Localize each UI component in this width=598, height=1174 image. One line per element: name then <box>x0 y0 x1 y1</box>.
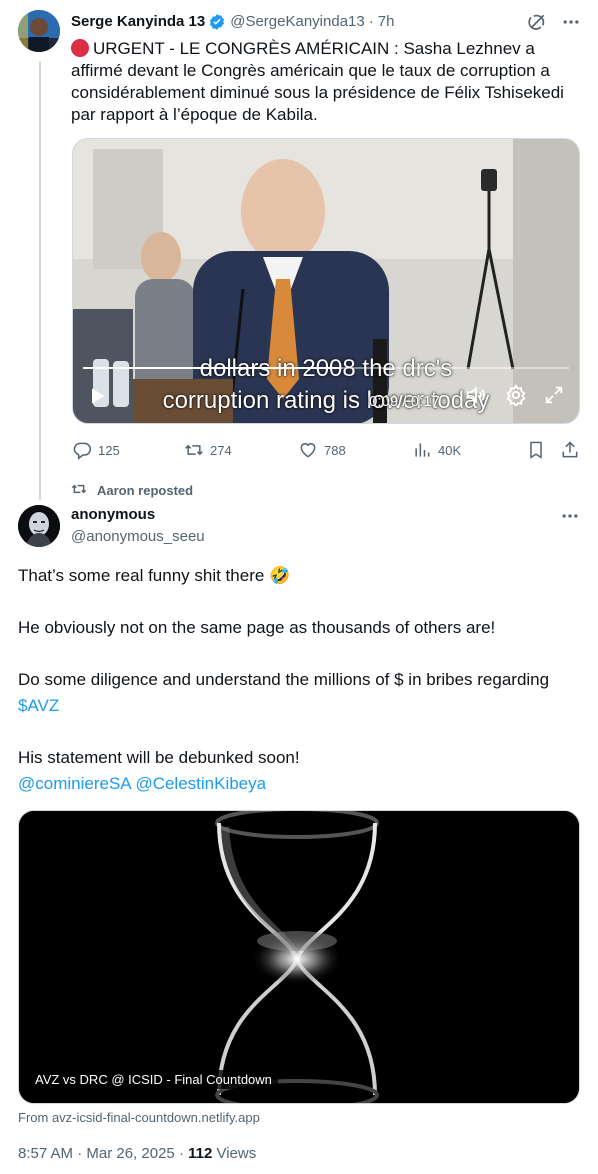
tweet-actions: 125 274 788 40K <box>72 438 580 462</box>
mention-link[interactable]: @CelestinKibeya <box>135 774 266 793</box>
settings-icon[interactable] <box>505 384 527 411</box>
link-card[interactable]: AVZ vs DRC @ ICSID - Final Countdown <box>18 810 580 1104</box>
card-title: AVZ vs DRC @ ICSID - Final Countdown <box>29 1070 278 1089</box>
volume-icon[interactable] <box>465 384 487 411</box>
verified-badge-icon <box>208 13 226 31</box>
repost-count: 274 <box>210 442 232 458</box>
reply-count: 125 <box>98 442 120 458</box>
paragraph-2: He obviously not on the same page as tho… <box>18 618 496 637</box>
tweet-text: That’s some real funny shit there 🤣 He o… <box>18 563 580 797</box>
avatar[interactable] <box>18 505 60 547</box>
display-name[interactable]: anonymous <box>71 505 155 525</box>
card-source[interactable]: From avz-icsid-final-countdown.netlify.a… <box>18 1110 260 1125</box>
handle[interactable]: @anonymous_seeu <box>71 527 205 547</box>
handle[interactable]: @SergeKanyinda13 <box>230 12 365 32</box>
video-time: 0:09 / 0:17 <box>369 393 440 410</box>
video-player[interactable]: dollars in 2008 the drc's corruption rat… <box>72 138 580 424</box>
timestamp[interactable]: 7h <box>378 12 395 32</box>
share-button[interactable] <box>560 438 580 462</box>
cashtag-link[interactable]: $AVZ <box>18 696 59 715</box>
repost-banner: Aaron reposted <box>71 481 193 500</box>
red-circle-emoji-icon <box>71 39 89 57</box>
views-count: 112 <box>188 1145 213 1162</box>
like-button[interactable]: 788 <box>298 438 346 462</box>
display-name[interactable]: Serge Kanyinda 13 <box>71 12 205 32</box>
views-label: Views <box>216 1145 257 1162</box>
view-count: 40K <box>438 442 462 458</box>
thread-connector-line <box>39 62 41 500</box>
video-controls: 0:09 / 0:17 <box>73 379 579 423</box>
avatar[interactable] <box>18 10 60 52</box>
bookmark-button[interactable] <box>526 438 546 462</box>
share-icon <box>560 440 580 460</box>
mention-link[interactable]: @cominiereSA <box>18 774 131 793</box>
repost-icon <box>184 440 204 460</box>
separator-dot: · <box>368 13 374 30</box>
repost-icon <box>71 481 87 500</box>
video-progress-fill <box>83 367 341 369</box>
video-progress-bar[interactable] <box>83 367 569 369</box>
tweet-header: Serge Kanyinda 13 @SergeKanyinda13 · 7h <box>71 12 581 32</box>
reply-button[interactable]: 125 <box>72 438 120 462</box>
paragraph-3: Do some diligence and understand the mil… <box>18 670 550 689</box>
hourglass-image <box>19 811 579 1103</box>
views-icon <box>412 440 432 460</box>
reply-icon <box>72 440 92 460</box>
tweet-text: URGENT - LE CONGRÈS AMÉRICAIN : Sasha Le… <box>71 38 581 126</box>
avatar-image <box>18 10 60 52</box>
tweet-timestamp[interactable]: 8:57 AM · Mar 26, 2025 <box>18 1145 175 1162</box>
views-button[interactable]: 40K <box>412 438 461 462</box>
header-actions <box>527 12 581 37</box>
like-count: 788 <box>324 442 346 458</box>
tweet-metadata: 8:57 AM · Mar 26, 2025 · 112 Views <box>18 1145 256 1162</box>
fullscreen-icon[interactable] <box>543 384 565 411</box>
grok-icon[interactable] <box>527 12 547 37</box>
separator-dot: · <box>178 1145 184 1162</box>
rofl-emoji-icon: 🤣 <box>269 566 291 585</box>
bookmark-icon <box>526 440 546 460</box>
paragraph-1: That’s some real funny shit there <box>18 566 265 585</box>
parent-tweet: Serge Kanyinda 13 @SergeKanyinda13 · 7h … <box>71 12 581 126</box>
play-icon[interactable] <box>87 386 107 411</box>
avatar-image <box>18 505 60 547</box>
more-icon[interactable] <box>561 12 581 37</box>
paragraph-4: His statement will be debunked soon! <box>18 748 300 767</box>
repost-button[interactable]: 274 <box>184 438 232 462</box>
like-icon <box>298 440 318 460</box>
more-icon[interactable] <box>560 506 580 531</box>
repost-label[interactable]: Aaron reposted <box>97 483 193 498</box>
tweet-text-content: URGENT - LE CONGRÈS AMÉRICAIN : Sasha Le… <box>71 39 564 124</box>
